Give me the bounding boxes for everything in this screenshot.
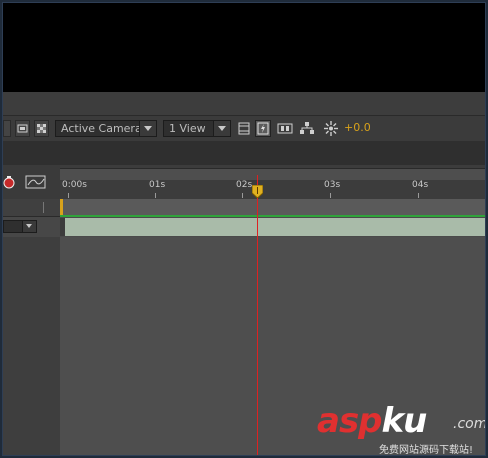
viewer-bottom-bar	[3, 92, 485, 115]
motion-blur-icon[interactable]	[3, 174, 17, 190]
current-time-indicator-line[interactable]	[257, 175, 258, 455]
ruler-label: 0:00s	[62, 180, 87, 190]
timeline-icon[interactable]	[277, 120, 293, 137]
watermark-text-highlight: ku	[381, 401, 428, 441]
chevron-down-icon	[22, 221, 36, 232]
composition-viewer[interactable]	[3, 3, 485, 92]
chevron-down-icon	[213, 121, 230, 136]
exposure-value[interactable]: +0.0	[344, 121, 371, 134]
layer-header-row	[3, 199, 60, 217]
view-layout-dropdown[interactable]: 1 View	[163, 120, 231, 137]
time-navigator[interactable]	[60, 168, 485, 180]
column-divider	[43, 202, 44, 213]
viewer-toolbar: Active Camera 1 View +0.0	[3, 115, 485, 143]
panel-divider	[3, 141, 485, 165]
layer-duration-bar[interactable]	[65, 218, 485, 236]
ruler-label: 02s	[236, 180, 253, 190]
watermark-text: asp	[317, 401, 383, 441]
transparency-grid-icon[interactable]	[34, 120, 49, 137]
ruler-label: 03s	[324, 180, 341, 190]
current-time-indicator-head[interactable]	[251, 183, 264, 199]
toggle-pixel-icon[interactable]	[237, 120, 251, 137]
ruler-label: 04s	[412, 180, 429, 190]
ruler-tick	[155, 193, 156, 198]
app-frame: Active Camera 1 View +0.0 0:00s 01s 02s …	[2, 2, 486, 456]
graph-editor-icon[interactable]	[25, 174, 47, 190]
ruler-tick	[418, 193, 419, 198]
view-layout-label: 1 View	[169, 122, 206, 135]
time-ruler[interactable]: 0:00s 01s 02s 03s 04s	[60, 165, 485, 199]
ruler-tick	[68, 193, 69, 198]
ruler-label: 01s	[149, 180, 166, 190]
ruler-tick	[242, 193, 243, 198]
camera-dropdown-label: Active Camera	[61, 122, 142, 135]
timeline-header-controls	[3, 165, 60, 200]
exposure-icon[interactable]	[323, 120, 339, 137]
ruler-tick	[330, 193, 331, 198]
flowchart-icon[interactable]	[299, 120, 315, 137]
chevron-down-icon	[139, 121, 156, 136]
work-area-start-handle[interactable]	[60, 199, 63, 216]
layer-mode-dropdown[interactable]	[3, 220, 37, 233]
region-icon[interactable]	[15, 120, 30, 137]
watermark-suffix: .com	[453, 416, 486, 432]
render-cache-indicator	[60, 215, 485, 217]
watermark-logo: aspku	[317, 401, 428, 441]
layer-controls-column	[3, 165, 60, 455]
fast-previews-icon[interactable]	[255, 120, 271, 137]
toolbar-edge-button[interactable]	[3, 120, 11, 137]
camera-dropdown[interactable]: Active Camera	[55, 120, 157, 137]
watermark-subtitle: 免费网站源码下载站!	[379, 445, 474, 456]
